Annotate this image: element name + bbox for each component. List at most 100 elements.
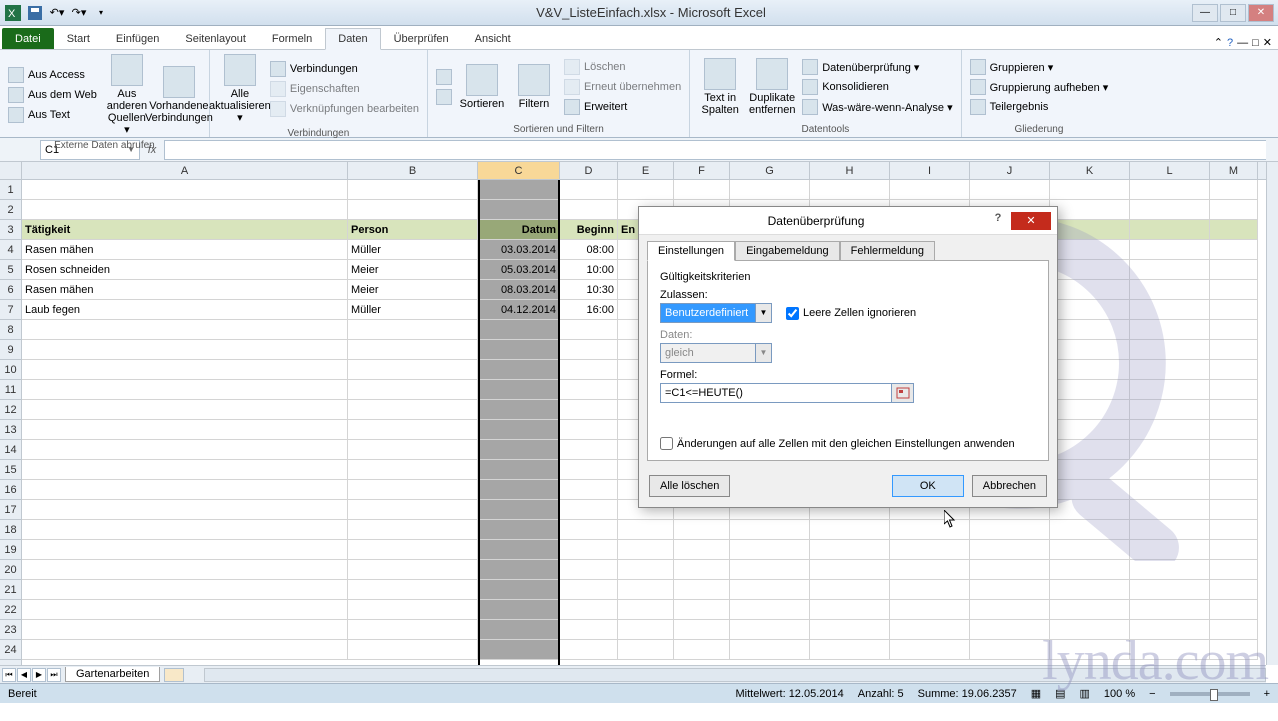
cell[interactable] bbox=[560, 340, 618, 360]
cell[interactable] bbox=[1210, 180, 1258, 200]
row-header[interactable]: 10 bbox=[0, 360, 21, 380]
cell[interactable] bbox=[1050, 340, 1130, 360]
reapply-button[interactable]: Erneut übernehmen bbox=[562, 78, 683, 96]
formula-input[interactable] bbox=[164, 140, 1266, 160]
new-sheet-button[interactable] bbox=[164, 668, 184, 682]
cell[interactable] bbox=[674, 520, 730, 540]
cell[interactable] bbox=[478, 420, 560, 440]
cell[interactable] bbox=[1130, 640, 1210, 660]
range-picker-icon[interactable] bbox=[892, 383, 914, 403]
cell[interactable] bbox=[1210, 360, 1258, 380]
save-icon[interactable] bbox=[26, 4, 44, 22]
cell[interactable] bbox=[970, 620, 1050, 640]
cell[interactable] bbox=[1210, 580, 1258, 600]
cell[interactable] bbox=[890, 600, 970, 620]
cell[interactable] bbox=[1050, 320, 1130, 340]
qat-customize-icon[interactable]: ▾ bbox=[92, 4, 110, 22]
cell[interactable] bbox=[674, 600, 730, 620]
tab-input-message[interactable]: Eingabemeldung bbox=[735, 241, 840, 261]
tab-review[interactable]: Überprüfen bbox=[381, 28, 462, 49]
cell[interactable] bbox=[348, 200, 478, 220]
column-header[interactable]: D bbox=[560, 162, 618, 179]
cell[interactable] bbox=[560, 460, 618, 480]
cell[interactable] bbox=[1210, 320, 1258, 340]
tab-data[interactable]: Daten bbox=[325, 28, 380, 50]
cell[interactable] bbox=[1050, 280, 1130, 300]
data-validation-button[interactable]: Datenüberprüfung ▾ bbox=[800, 58, 954, 76]
cell[interactable] bbox=[478, 640, 560, 660]
cell[interactable] bbox=[478, 320, 560, 340]
cell[interactable] bbox=[1130, 280, 1210, 300]
select-all-corner[interactable] bbox=[0, 162, 22, 180]
whatif-button[interactable]: Was-wäre-wenn-Analyse ▾ bbox=[800, 98, 954, 116]
cell[interactable] bbox=[1210, 220, 1258, 240]
cell[interactable] bbox=[22, 560, 348, 580]
row-header[interactable]: 19 bbox=[0, 540, 21, 560]
cell[interactable] bbox=[1050, 200, 1130, 220]
existing-connections-button[interactable]: Vorhandene Verbindungen bbox=[155, 52, 203, 138]
cell[interactable] bbox=[970, 520, 1050, 540]
minimize-button[interactable]: — bbox=[1192, 4, 1218, 22]
cell[interactable]: Müller bbox=[348, 240, 478, 260]
cell[interactable] bbox=[22, 460, 348, 480]
cell[interactable] bbox=[970, 560, 1050, 580]
cell[interactable] bbox=[478, 200, 560, 220]
row-header[interactable]: 4 bbox=[0, 240, 21, 260]
cell[interactable] bbox=[1130, 180, 1210, 200]
cell[interactable] bbox=[478, 340, 560, 360]
cell[interactable] bbox=[1050, 600, 1130, 620]
cell[interactable]: Meier bbox=[348, 280, 478, 300]
cell[interactable] bbox=[1050, 520, 1130, 540]
cell[interactable] bbox=[674, 620, 730, 640]
cell[interactable] bbox=[970, 600, 1050, 620]
cell[interactable] bbox=[1130, 360, 1210, 380]
cell[interactable] bbox=[348, 460, 478, 480]
cell[interactable] bbox=[348, 500, 478, 520]
advanced-filter-button[interactable]: Erweitert bbox=[562, 98, 683, 116]
apply-all-input[interactable] bbox=[660, 437, 673, 450]
cell[interactable] bbox=[730, 580, 810, 600]
cell[interactable] bbox=[1050, 240, 1130, 260]
cell[interactable] bbox=[1210, 380, 1258, 400]
ok-button[interactable]: OK bbox=[892, 475, 964, 497]
tab-formulas[interactable]: Formeln bbox=[259, 28, 325, 49]
cell[interactable] bbox=[810, 180, 890, 200]
cell[interactable] bbox=[348, 340, 478, 360]
cell[interactable] bbox=[1130, 460, 1210, 480]
cell[interactable] bbox=[1130, 600, 1210, 620]
cell[interactable] bbox=[348, 540, 478, 560]
row-header[interactable]: 23 bbox=[0, 620, 21, 640]
cell[interactable]: Rasen mähen bbox=[22, 240, 348, 260]
cell[interactable] bbox=[970, 580, 1050, 600]
cell[interactable] bbox=[478, 580, 560, 600]
cell[interactable]: Datum bbox=[478, 220, 560, 240]
subtotal-button[interactable]: Teilergebnis bbox=[968, 98, 1111, 116]
cell[interactable] bbox=[1130, 200, 1210, 220]
text-to-columns-button[interactable]: Text in Spalten bbox=[696, 52, 744, 122]
cell[interactable] bbox=[890, 520, 970, 540]
cell[interactable]: Meier bbox=[348, 260, 478, 280]
cell[interactable] bbox=[730, 540, 810, 560]
from-other-sources-button[interactable]: Aus anderen Quellen ▾ bbox=[103, 52, 151, 138]
column-header[interactable]: M bbox=[1210, 162, 1258, 179]
cell[interactable] bbox=[890, 640, 970, 660]
cell[interactable] bbox=[348, 440, 478, 460]
ungroup-button[interactable]: Gruppierung aufheben ▾ bbox=[968, 78, 1111, 96]
formula-input[interactable] bbox=[660, 383, 892, 403]
cell[interactable] bbox=[1210, 340, 1258, 360]
cell[interactable] bbox=[1050, 440, 1130, 460]
cell[interactable]: 03.03.2014 bbox=[478, 240, 560, 260]
help-icon[interactable]: ? bbox=[1227, 37, 1233, 49]
cell[interactable] bbox=[560, 400, 618, 420]
cell[interactable] bbox=[1050, 360, 1130, 380]
cell[interactable] bbox=[22, 500, 348, 520]
cell[interactable]: 08:00 bbox=[560, 240, 618, 260]
column-header[interactable]: C bbox=[478, 162, 560, 179]
cell[interactable] bbox=[810, 520, 890, 540]
cell[interactable] bbox=[1050, 420, 1130, 440]
cell[interactable] bbox=[22, 380, 348, 400]
sheet-nav-next-icon[interactable]: ▶ bbox=[32, 668, 46, 682]
close-button[interactable]: ✕ bbox=[1248, 4, 1274, 22]
cell[interactable] bbox=[1210, 640, 1258, 660]
column-header[interactable]: K bbox=[1050, 162, 1130, 179]
